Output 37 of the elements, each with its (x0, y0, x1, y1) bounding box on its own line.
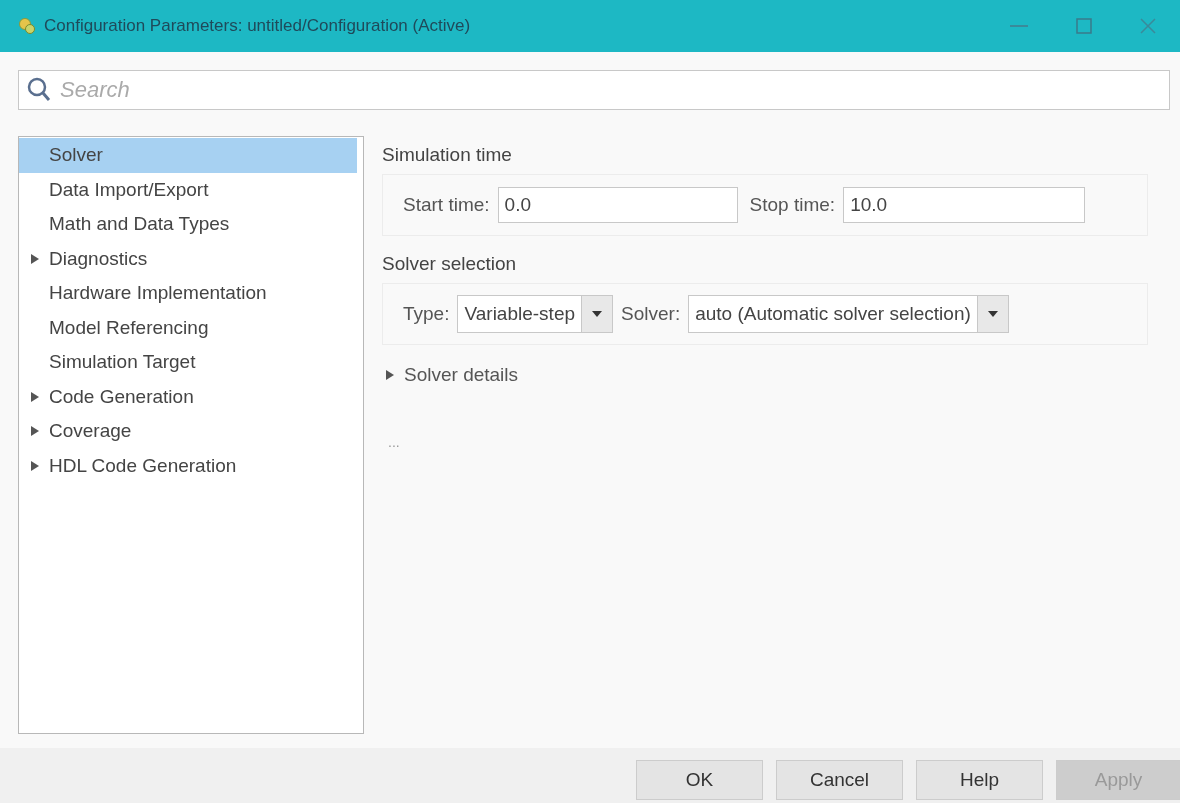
dialog-button[interactable]: OK (636, 759, 763, 800)
tree-item[interactable]: Code Generation (19, 379, 357, 414)
section-title: Solver selection (382, 253, 518, 275)
field-label: Type: (403, 303, 450, 325)
minimize-icon[interactable] (1010, 24, 1028, 28)
tree-item[interactable]: HDL Code Generation (19, 448, 357, 483)
search-field[interactable]: Search (18, 70, 1170, 110)
close-icon[interactable] (1140, 18, 1156, 34)
tree-item[interactable]: Math and Data Types (19, 207, 357, 242)
maximize-icon[interactable] (1076, 18, 1092, 34)
triangle-icon (31, 460, 39, 471)
dialog-button[interactable]: Cancel (776, 759, 903, 800)
field-label: Solver: (621, 303, 681, 325)
tree-item[interactable]: Model Referencing (19, 310, 357, 345)
caret-icon (592, 311, 603, 317)
triangle-icon (386, 370, 394, 380)
tree-item[interactable]: Diagnostics (19, 241, 357, 276)
solver-details-toggle[interactable]: Solver details (382, 364, 1170, 386)
tree-item[interactable]: Coverage (19, 414, 357, 449)
triangle-icon (31, 253, 39, 264)
ellipsis-text: ... (387, 434, 401, 450)
tree-item[interactable]: Solver (19, 138, 357, 173)
field-label: Start time: (403, 194, 490, 216)
dialog-button[interactable]: Help (916, 759, 1043, 800)
field-label: Stop time: (749, 194, 836, 216)
tree-item[interactable]: Hardware Implementation (19, 276, 357, 311)
section-title: Simulation time (382, 144, 513, 166)
input-field[interactable]: 10.0 (843, 187, 1086, 223)
window-title: Configuration Parameters: untitled/Configuration (Active) (44, 16, 472, 36)
triangle-icon (31, 391, 39, 402)
dropdown[interactable]: Variable-step (457, 295, 614, 333)
dropdown[interactable]: auto (Automatic solver selection) (688, 295, 1009, 333)
input-field[interactable]: 0.0 (497, 187, 738, 223)
tree-item[interactable]: Data Import/Export (19, 172, 357, 207)
caret-icon (987, 311, 998, 317)
tree-item[interactable]: Simulation Target (19, 345, 357, 380)
triangle-icon (31, 426, 39, 437)
